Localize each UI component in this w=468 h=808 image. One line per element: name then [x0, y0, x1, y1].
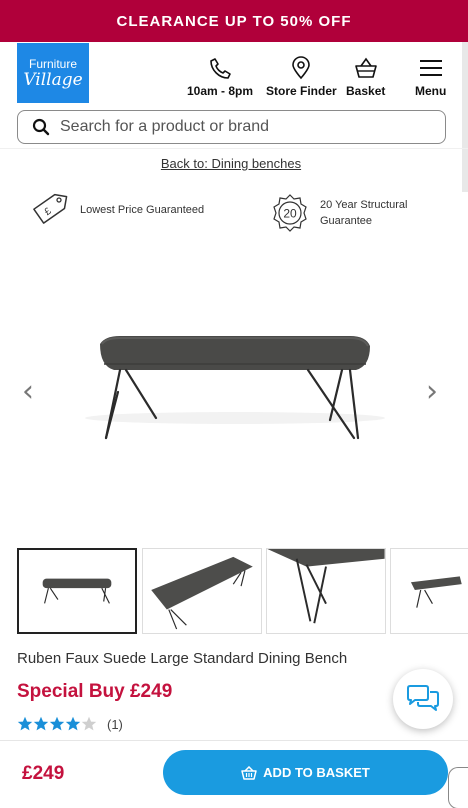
search-icon	[32, 118, 50, 136]
divider	[0, 148, 468, 149]
chat-icon	[407, 685, 439, 711]
special-price: Special Buy £249	[17, 681, 173, 702]
thumbnail-3-image	[267, 549, 385, 624]
back-to-category-link[interactable]: Back to: Dining benches	[0, 156, 462, 171]
search-bar[interactable]	[17, 110, 446, 144]
thumbnail-4[interactable]	[390, 548, 468, 634]
review-count[interactable]: (1)	[107, 717, 123, 732]
side-tab[interactable]	[448, 767, 468, 808]
thumbnail-1-image	[42, 578, 112, 604]
add-to-basket-label: ADD TO BASKET	[263, 765, 370, 780]
thumbnail-3[interactable]	[266, 548, 386, 634]
star-filled-icon	[17, 716, 33, 731]
thumbnail-4-image	[410, 576, 462, 608]
store-finder-button[interactable]: Store Finder	[266, 56, 337, 98]
sticky-price: £249	[22, 763, 65, 784]
price-tag-symbol: £	[42, 206, 53, 218]
price-guarantee-badge: £ Lowest Price Guaranteed	[30, 190, 204, 230]
product-main-image[interactable]	[60, 250, 410, 520]
search-input[interactable]	[60, 118, 400, 136]
product-rating[interactable]: (1)	[17, 716, 123, 732]
structural-guarantee-text: 20 Year Structural Guarantee	[320, 197, 407, 229]
thumbnail-2-image	[151, 556, 253, 630]
price-tag-icon: £	[33, 193, 68, 224]
basket-button[interactable]: Basket	[346, 56, 385, 98]
thumbnail-strip	[17, 548, 468, 634]
basket-icon	[354, 57, 377, 78]
live-chat-button[interactable]	[393, 669, 453, 729]
map-pin-icon	[292, 56, 311, 80]
menu-button[interactable]: Menu	[415, 56, 446, 98]
add-to-basket-button[interactable]: ADD TO BASKET	[163, 750, 448, 795]
store-finder-label: Store Finder	[266, 84, 337, 98]
thumbnail-1[interactable]	[17, 548, 137, 634]
product-title: Ruben Faux Suede Large Standard Dining B…	[17, 650, 348, 667]
gallery-next-button[interactable]: ›	[426, 374, 438, 409]
opening-hours-label: 10am - 8pm	[187, 84, 254, 98]
structural-guarantee-line2: Guarantee	[320, 215, 372, 227]
hamburger-icon	[419, 60, 442, 76]
star-filled-icon	[65, 716, 81, 731]
star-filled-icon	[49, 716, 65, 731]
guarantee-seal-icon: 20	[273, 194, 307, 232]
phone-icon	[210, 58, 231, 79]
star-empty-icon	[81, 716, 97, 731]
basket-icon	[241, 765, 257, 780]
basket-label: Basket	[346, 84, 386, 98]
menu-label: Menu	[415, 84, 447, 98]
opening-hours-button[interactable]: 10am - 8pm	[187, 56, 253, 98]
thumbnail-2[interactable]	[142, 548, 262, 634]
promo-text: CLEARANCE UP TO 50% OFF	[116, 12, 352, 30]
guarantee-seal-number: 20	[283, 207, 297, 221]
structural-guarantee-line1: 20 Year Structural	[320, 199, 408, 211]
rating-stars	[17, 716, 97, 732]
logo-line2: Village	[23, 69, 83, 90]
structural-guarantee-badge: 20 20 Year Structural Guarantee	[270, 193, 407, 233]
sticky-purchase-bar: £249 ADD TO BASKET	[0, 740, 468, 808]
site-logo[interactable]: Furniture Village	[17, 43, 89, 103]
price-guarantee-text: Lowest Price Guaranteed	[80, 204, 205, 216]
gallery-prev-button[interactable]: ‹	[22, 374, 34, 409]
bench-image	[85, 336, 385, 440]
promo-banner[interactable]: CLEARANCE UP TO 50% OFF	[0, 0, 468, 42]
star-filled-icon	[33, 716, 49, 731]
logo-line1: Furniture	[28, 56, 78, 71]
site-header: Furniture Village 10am - 8pm Store Finde…	[0, 42, 468, 108]
